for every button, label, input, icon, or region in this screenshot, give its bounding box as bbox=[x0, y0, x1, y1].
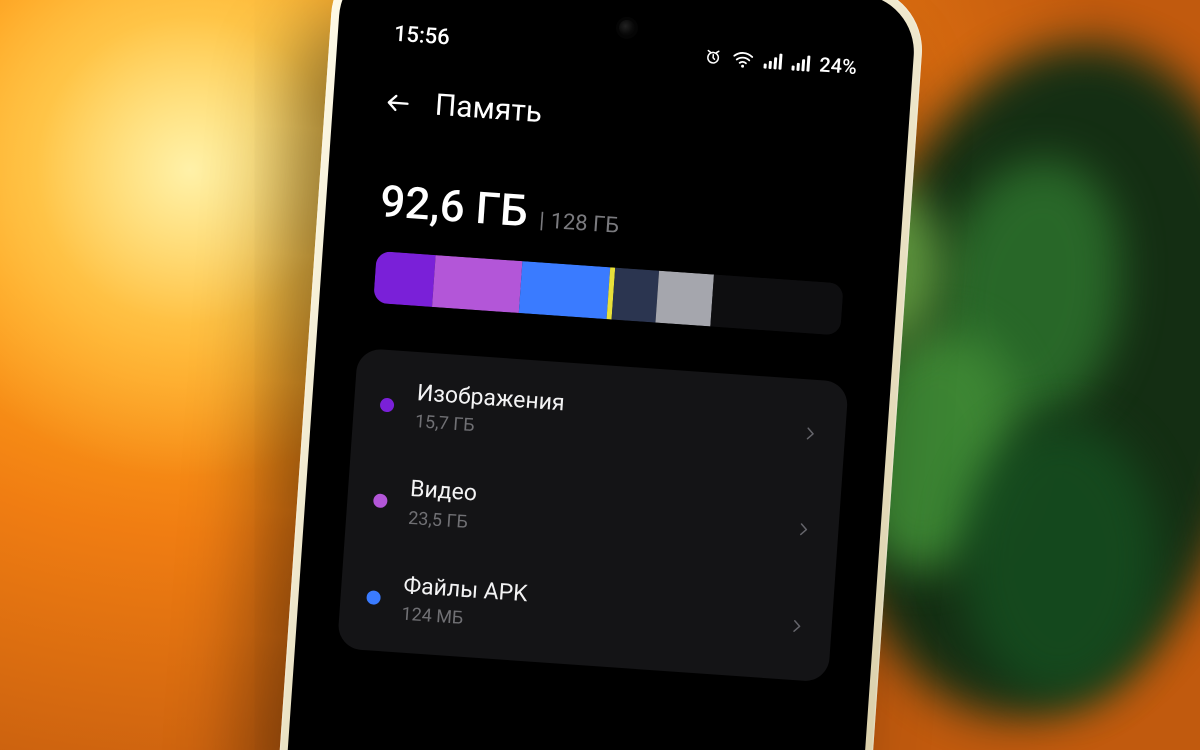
storage-segment-purple-dark bbox=[373, 251, 435, 307]
arrow-left-icon bbox=[383, 88, 413, 118]
category-dot-icon bbox=[366, 590, 381, 605]
chevron-right-icon bbox=[800, 424, 819, 443]
chevron-right-icon bbox=[794, 520, 813, 539]
plant-blur bbox=[960, 420, 1160, 700]
storage-segment-purple-light bbox=[432, 255, 523, 313]
back-button[interactable] bbox=[382, 87, 414, 119]
phone-screen: 15:56 24% bbox=[277, 0, 903, 750]
storage-segment-blue bbox=[519, 261, 610, 319]
chevron-right-icon bbox=[787, 616, 806, 635]
phone: 15:56 24% bbox=[253, 0, 926, 750]
storage-used: 92,6 ГБ bbox=[378, 175, 529, 237]
signal-icon bbox=[763, 52, 782, 69]
wifi-icon bbox=[731, 49, 754, 68]
signal-icon bbox=[791, 54, 810, 71]
page-title: Память bbox=[434, 88, 543, 130]
plant-blur bbox=[940, 160, 1120, 420]
storage-segment-grey bbox=[656, 271, 714, 327]
storage-usage-bar bbox=[373, 251, 843, 336]
storage-segment-navy bbox=[612, 268, 659, 323]
photo-scene: 15:56 24% bbox=[0, 0, 1200, 750]
alarm-icon bbox=[703, 47, 722, 66]
category-dot-icon bbox=[380, 398, 395, 413]
category-dot-icon bbox=[373, 494, 388, 509]
status-time: 15:56 bbox=[393, 22, 450, 51]
status-battery: 24% bbox=[819, 52, 858, 79]
storage-categories-card: Изображения15,7 ГБВидео23,5 ГБФайлы APK1… bbox=[337, 348, 849, 682]
storage-total: |128 ГБ bbox=[538, 208, 620, 239]
storage-segment-free bbox=[711, 275, 844, 336]
